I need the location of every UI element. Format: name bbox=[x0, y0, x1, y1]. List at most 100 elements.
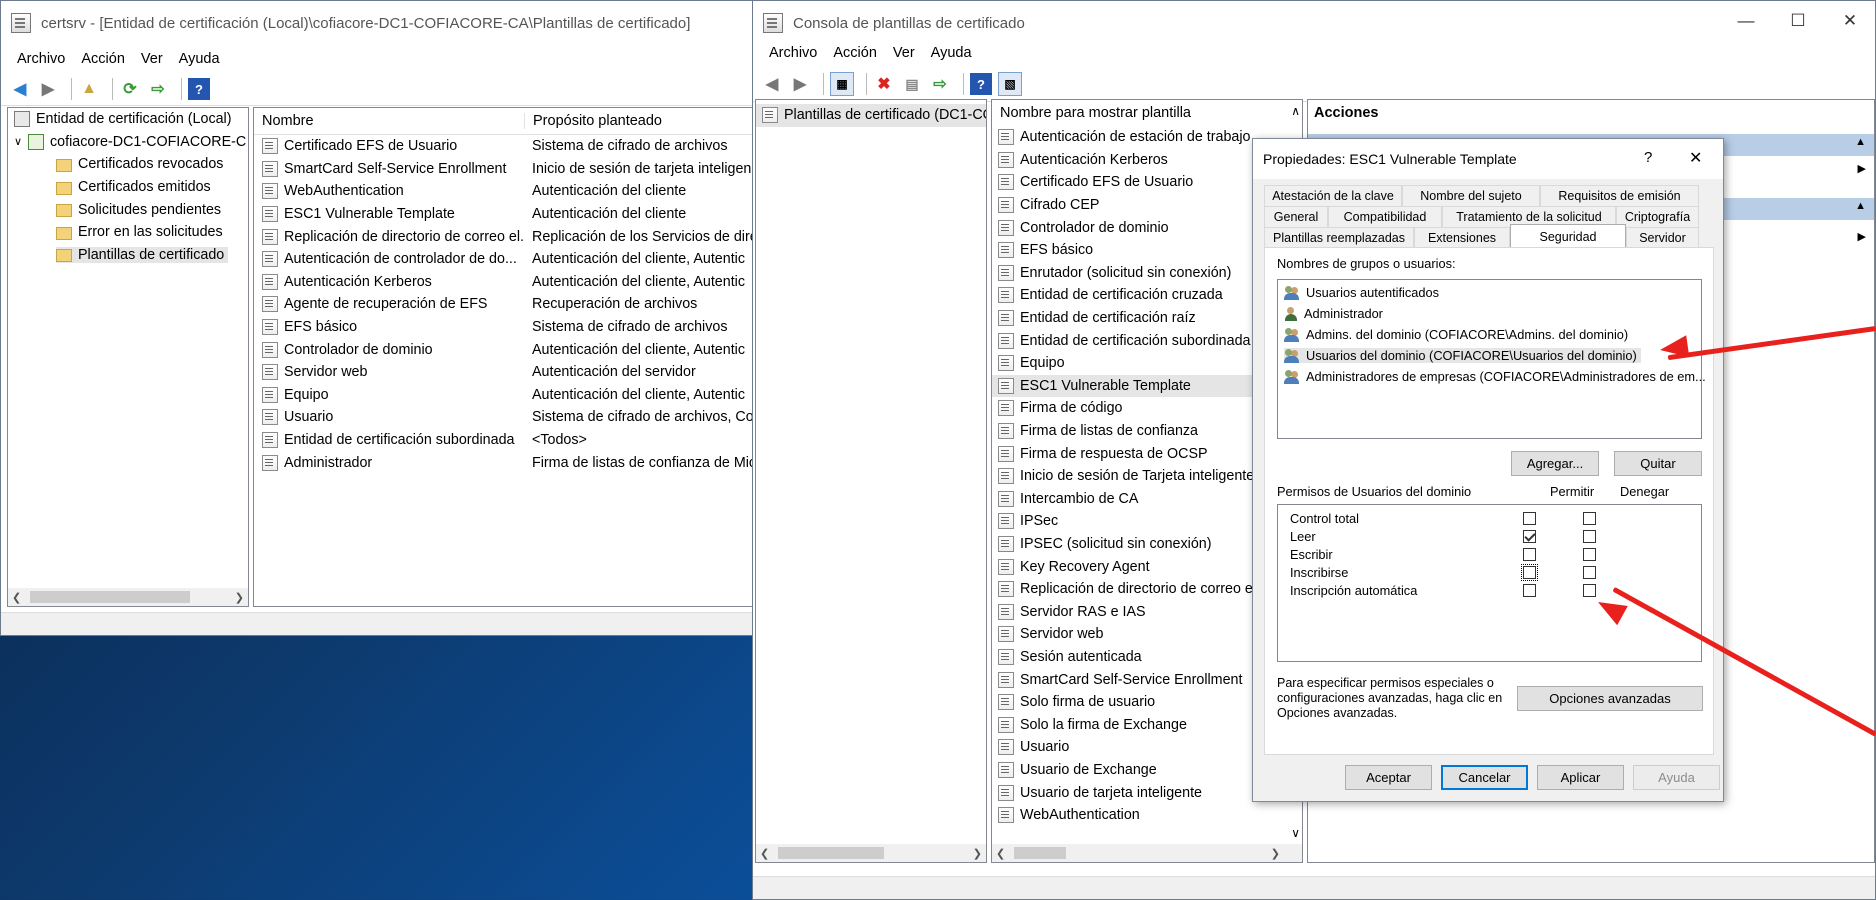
back-arrow-icon[interactable]: ◀ bbox=[9, 78, 31, 100]
apply-button[interactable]: Aplicar bbox=[1537, 765, 1624, 790]
delete-icon[interactable]: ✖ bbox=[873, 73, 895, 95]
menu-ver[interactable]: Ver bbox=[141, 51, 163, 67]
advanced-options-button[interactable]: Opciones avanzadas bbox=[1517, 686, 1703, 711]
submenu-arrow-icon[interactable]: ▶ bbox=[1858, 162, 1866, 175]
collapse-up-icon[interactable]: ▲ bbox=[1855, 136, 1866, 148]
group-user-item[interactable]: Usuarios del dominio (COFIACORE\Usuarios… bbox=[1278, 345, 1701, 366]
scroll-right-icon[interactable]: ❯ bbox=[1271, 847, 1280, 860]
template-row[interactable]: Replicación de directorio de correo el..… bbox=[254, 225, 759, 248]
tree-folder[interactable]: Solicitudes pendientes bbox=[8, 198, 248, 221]
tree-folder[interactable]: Certificados emitidos bbox=[8, 176, 248, 199]
menu-ayuda[interactable]: Ayuda bbox=[931, 45, 972, 61]
template-row[interactable]: ESC1 Vulnerable Template Autenticación de… bbox=[254, 203, 759, 226]
tab-extensiones[interactable]: Extensiones bbox=[1414, 227, 1510, 248]
template-row[interactable]: Certificado EFS de Usuario Sistema de cif… bbox=[254, 135, 759, 158]
tree-hscrollbar[interactable]: ❮ ❯ bbox=[756, 844, 986, 862]
template-row[interactable]: EFS básico Sistema de cifrado de archivos bbox=[254, 316, 759, 339]
ok-button[interactable]: Aceptar bbox=[1345, 765, 1432, 790]
tab-criptografia[interactable]: Criptografía bbox=[1616, 206, 1699, 227]
deny-checkbox[interactable] bbox=[1583, 512, 1596, 525]
export-list-icon[interactable]: ⇨ bbox=[929, 73, 951, 95]
group-user-item[interactable]: Administrador bbox=[1278, 303, 1701, 324]
expand-chevron-icon[interactable]: ∨ bbox=[14, 135, 28, 148]
tab-nombre-sujeto[interactable]: Nombre del sujeto bbox=[1402, 185, 1540, 206]
tree-ca[interactable]: ∨ cofiacore-DC1-COFIACORE-C bbox=[8, 131, 248, 154]
template-row[interactable]: Equipo Autenticación del cliente, Autenti… bbox=[254, 384, 759, 407]
tree-templates-node[interactable]: Plantillas de certificado (DC1-CO bbox=[756, 104, 986, 127]
forward-arrow-icon[interactable]: ▶ bbox=[789, 73, 811, 95]
template-row[interactable]: Agente de recuperación de EFS Recuperació… bbox=[254, 293, 759, 316]
scroll-thumb[interactable] bbox=[30, 591, 190, 603]
list-hscrollbar[interactable]: ❮ ❯ bbox=[992, 844, 1302, 862]
forward-arrow-icon[interactable]: ▶ bbox=[37, 78, 59, 100]
vscroll-down-icon[interactable]: ∨ bbox=[1291, 826, 1300, 840]
back-arrow-icon[interactable]: ◀ bbox=[761, 73, 783, 95]
tab-compatibilidad[interactable]: Compatibilidad bbox=[1328, 206, 1442, 227]
refresh-icon[interactable]: ⟳ bbox=[119, 78, 141, 100]
tree-folder[interactable]: Certificados revocados bbox=[8, 153, 248, 176]
tree-folder-selected[interactable]: Plantillas de certificado bbox=[8, 244, 248, 267]
properties-icon[interactable]: ▤ bbox=[901, 73, 923, 95]
tab-servidor[interactable]: Servidor bbox=[1626, 227, 1699, 248]
menu-archivo[interactable]: Archivo bbox=[17, 51, 65, 67]
help-icon[interactable]: ? bbox=[970, 73, 992, 95]
vscroll-up-icon[interactable]: ∧ bbox=[1291, 104, 1300, 118]
certsrv-titlebar[interactable]: certsrv - [Entidad de certificación (Loc… bbox=[1, 1, 759, 45]
menu-accion[interactable]: Acción bbox=[81, 51, 125, 67]
tab-seguridad[interactable]: Seguridad bbox=[1510, 224, 1626, 248]
tab-plantillas-reemplazadas[interactable]: Plantillas reemplazadas bbox=[1264, 227, 1414, 248]
close-icon[interactable]: ✕ bbox=[1824, 1, 1875, 41]
deny-checkbox[interactable] bbox=[1583, 584, 1596, 597]
cancel-button[interactable]: Cancelar bbox=[1441, 765, 1528, 790]
deny-checkbox[interactable] bbox=[1583, 530, 1596, 543]
menu-archivo[interactable]: Archivo bbox=[769, 45, 817, 61]
scroll-right-icon[interactable]: ❯ bbox=[973, 847, 982, 860]
scroll-left-icon[interactable]: ❮ bbox=[996, 847, 1005, 860]
export-list-icon[interactable]: ⇨ bbox=[147, 78, 169, 100]
allow-checkbox[interactable] bbox=[1523, 530, 1536, 543]
tab-requisitos-emision[interactable]: Requisitos de emisión bbox=[1540, 185, 1699, 206]
tab-atestacion[interactable]: Atestación de la clave bbox=[1264, 185, 1402, 206]
template-row[interactable]: Servidor web Autenticación del servidor bbox=[254, 361, 759, 384]
col-nombre-mostrar[interactable]: Nombre para mostrar plantilla bbox=[1000, 105, 1191, 121]
template-row[interactable]: Entidad de certificación subordinada <Tod… bbox=[254, 429, 759, 452]
tree-folder[interactable]: Error en las solicitudes bbox=[8, 221, 248, 244]
menu-accion[interactable]: Acción bbox=[833, 45, 877, 61]
template-row[interactable]: WebAuthentication Autenticación del clien… bbox=[254, 180, 759, 203]
console-template-row[interactable]: WebAuthentication bbox=[992, 804, 1302, 827]
template-row[interactable]: Controlador de dominio Autenticación del … bbox=[254, 338, 759, 361]
allow-checkbox[interactable] bbox=[1523, 584, 1536, 597]
deny-checkbox[interactable] bbox=[1583, 566, 1596, 579]
scroll-thumb[interactable] bbox=[1014, 847, 1066, 859]
template-row[interactable]: Autenticación de controlador de do... Aut… bbox=[254, 248, 759, 271]
dialog-help-icon[interactable]: ? bbox=[1644, 149, 1652, 166]
group-user-item[interactable]: Administradores de empresas (COFIACORE\A… bbox=[1278, 366, 1706, 387]
help-icon[interactable]: ? bbox=[188, 78, 210, 100]
scroll-right-icon[interactable]: ❯ bbox=[235, 591, 244, 604]
allow-checkbox[interactable] bbox=[1523, 548, 1536, 561]
dialog-close-icon[interactable]: ✕ bbox=[1689, 148, 1702, 168]
group-user-item[interactable]: Usuarios autentificados bbox=[1278, 282, 1701, 303]
allow-checkbox[interactable] bbox=[1523, 512, 1536, 525]
deny-checkbox[interactable] bbox=[1583, 548, 1596, 561]
group-user-item[interactable]: Admins. del dominio (COFIACORE\Admins. d… bbox=[1278, 324, 1701, 345]
tree-root[interactable]: Entidad de certificación (Local) bbox=[8, 108, 248, 131]
menu-ver[interactable]: Ver bbox=[893, 45, 915, 61]
template-row[interactable]: Autenticación Kerberos Autenticación del … bbox=[254, 271, 759, 294]
remove-button[interactable]: Quitar bbox=[1614, 451, 1702, 476]
col-nombre[interactable]: Nombre bbox=[254, 113, 525, 129]
maximize-icon[interactable]: ☐ bbox=[1772, 1, 1824, 41]
scroll-left-icon[interactable]: ❮ bbox=[760, 847, 769, 860]
col-proposito[interactable]: Propósito planteado bbox=[525, 113, 662, 129]
tree-hscrollbar[interactable]: ❮ ❯ bbox=[8, 588, 248, 606]
scroll-left-icon[interactable]: ❮ bbox=[12, 591, 21, 604]
minimize-icon[interactable]: — bbox=[1720, 1, 1772, 41]
add-button[interactable]: Agregar... bbox=[1511, 451, 1599, 476]
menu-ayuda[interactable]: Ayuda bbox=[179, 51, 220, 67]
show-action-pane-icon[interactable]: ▧ bbox=[998, 72, 1022, 96]
allow-checkbox[interactable] bbox=[1521, 564, 1538, 581]
template-row[interactable]: SmartCard Self-Service Enrollment Inicio … bbox=[254, 158, 759, 181]
scroll-thumb[interactable] bbox=[778, 847, 884, 859]
template-row[interactable]: Administrador Firma de listas de confianz… bbox=[254, 451, 759, 474]
template-row[interactable]: Usuario Sistema de cifrado de archivos, C… bbox=[254, 406, 759, 429]
